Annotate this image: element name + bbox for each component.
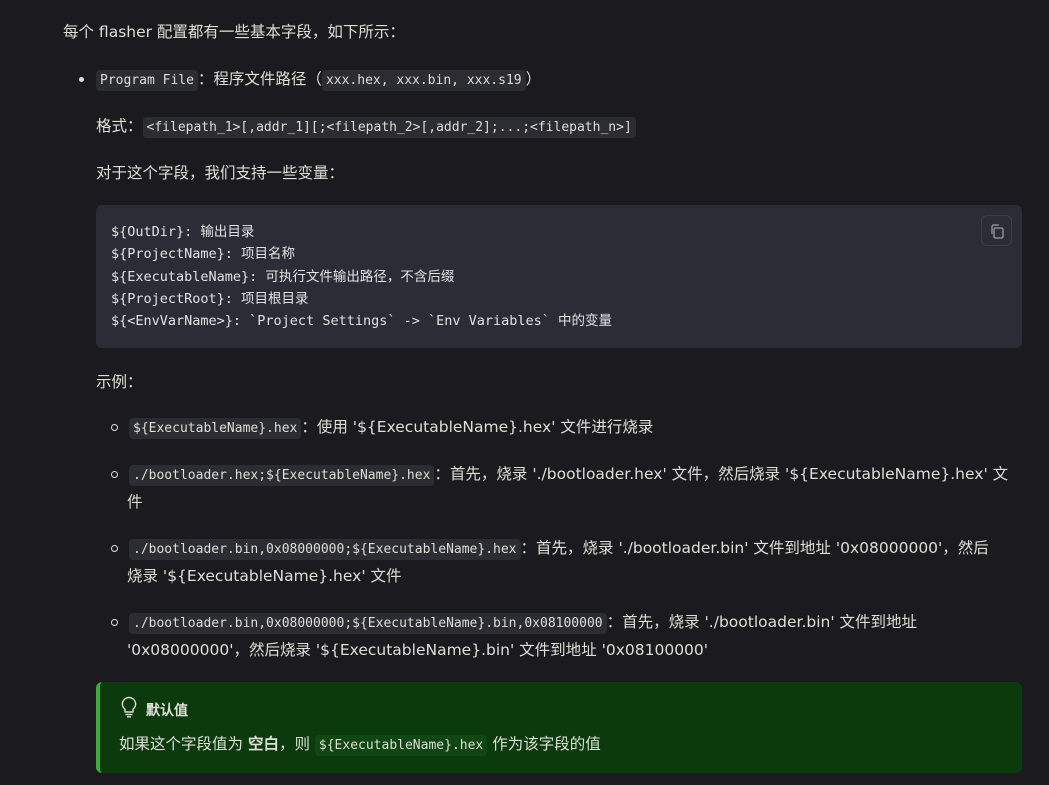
list-bullet — [111, 424, 118, 431]
list-bullet — [111, 471, 118, 478]
tip-text: ，则 — [278, 735, 315, 753]
example-code: ./bootloader.bin,0x08000000;${Executable… — [129, 539, 521, 560]
code-line: ${ProjectRoot}: 项目根目录 — [111, 290, 309, 307]
copy-icon — [991, 224, 1004, 239]
tip-text: 作为该字段的值 — [487, 735, 601, 753]
example-item: ./bootloader.hex;${ExecutableName}.hex ：首… — [127, 461, 1019, 515]
variables-intro: 对于这个字段，我们支持一些变量： — [96, 164, 345, 182]
example-code: ./bootloader.bin,0x08000000;${Executable… — [129, 613, 607, 634]
format-line: 格式： <filepath_1>[,addr_1][;<filepath_2>[,… — [96, 113, 636, 141]
example-item: ./bootloader.bin,0x08000000;${Executable… — [127, 535, 1019, 589]
example-text: ：首先，烧录 './bootloader.bin' 文件到地址 — [606, 613, 918, 631]
default-value-tip: 默认值 如果这个字段值为 空白，则 ${ExecutableName}.hex … — [96, 682, 1022, 773]
example-item: ${ExecutableName}.hex ：使用 '${ExecutableNa… — [129, 414, 1019, 442]
tip-title: 默认值 — [146, 703, 188, 719]
field-name-code: Program File — [96, 70, 198, 91]
field-desc-suffix: ） — [525, 70, 542, 88]
doc-page: 每个 flasher 配置都有一些基本字段，如下所示： Program File… — [0, 0, 1049, 785]
example-code: ${ExecutableName}.hex — [129, 418, 302, 439]
code-content: ${OutDir}: 输出目录 ${ProjectName}: 项目名称 ${Exe… — [111, 221, 612, 332]
field-desc-prefix: ：程序文件路径（ — [197, 70, 322, 88]
example-text: ：首先，烧录 './bootloader.hex' 文件，然后烧录 '${Exe… — [434, 465, 1009, 483]
list-bullet — [111, 619, 118, 626]
lightbulb-icon — [121, 696, 137, 718]
code-line: ${ProjectName}: 项目名称 — [111, 246, 296, 263]
code-line: ${<EnvVarName>}: `Project Settings` -> `… — [111, 313, 613, 330]
example-code: ./bootloader.hex;${ExecutableName}.hex — [129, 465, 435, 486]
tip-code: ${ExecutableName}.hex — [314, 735, 488, 756]
intro-text: 每个 flasher 配置都有一些基本字段，如下所示： — [63, 23, 405, 41]
copy-button[interactable] — [981, 215, 1012, 246]
code-block: ${OutDir}: 输出目录 ${ProjectName}: 项目名称 ${Exe… — [96, 205, 1022, 348]
example-text-continued: 烧录 '${ExecutableName}.hex' 文件 — [127, 567, 402, 585]
examples-label: 示例： — [96, 373, 143, 391]
example-text: ：首先，烧录 './bootloader.bin' 文件到地址 '0x08000… — [520, 539, 989, 557]
example-text-continued: '0x08000000'，然后烧录 '${ExecutableName}.bin… — [127, 641, 709, 659]
example-text: ：使用 '${ExecutableName}.hex' 文件进行烧录 — [301, 418, 654, 436]
list-bullet — [111, 545, 118, 552]
field-extensions-code: xxx.hex, xxx.bin, xxx.s19 — [321, 70, 526, 91]
code-line: ${OutDir}: 输出目录 — [111, 224, 255, 240]
tip-text: 如果这个字段值为 — [119, 735, 248, 753]
example-text-continued: 件 — [127, 493, 143, 511]
tip-body: 如果这个字段值为 空白，则 ${ExecutableName}.hex 作为该字… — [119, 731, 601, 759]
format-code: <filepath_1>[,addr_1][;<filepath_2>[,add… — [142, 117, 636, 138]
list-bullet — [79, 77, 84, 82]
format-label: 格式： — [96, 117, 143, 135]
tip-bold-text: 空白 — [247, 735, 279, 753]
example-item: ./bootloader.bin,0x08000000;${Executable… — [127, 609, 1019, 663]
field-program-file: Program File ：程序文件路径（ xxx.hex, xxx.bin, xx… — [96, 66, 541, 94]
code-line: ${ExecutableName}: 可执行文件输出路径，不含后缀 — [111, 268, 455, 285]
